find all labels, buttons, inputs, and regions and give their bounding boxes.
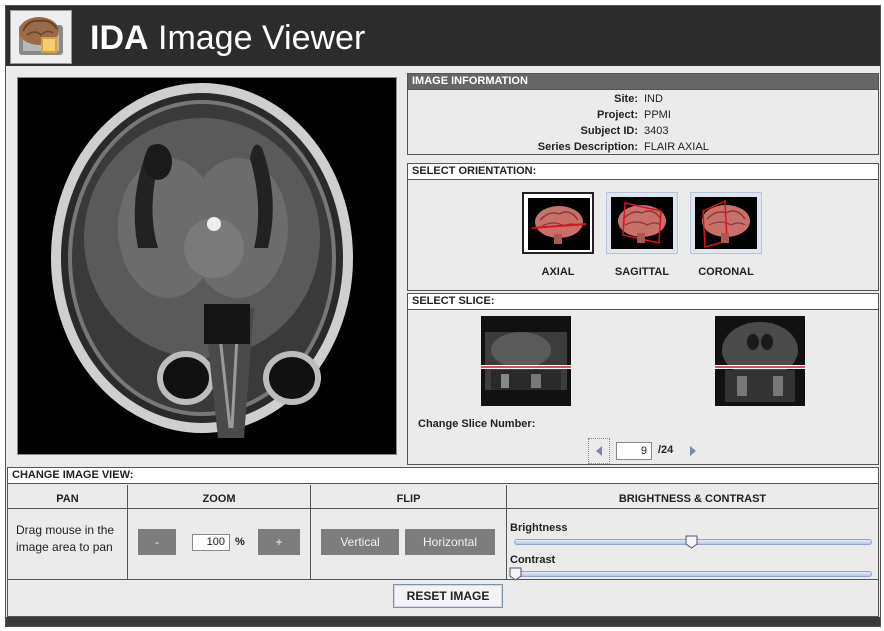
coronal-slice-thumbnail[interactable]	[715, 316, 805, 406]
change-slice-label: Change Slice Number:	[418, 418, 536, 430]
info-value-project: PPMI	[644, 109, 671, 121]
app-header: IDA Image Viewer	[6, 6, 880, 66]
coronal-label: CORONAL	[698, 266, 754, 278]
contrast-slider[interactable]	[514, 571, 872, 577]
axial-label: AXIAL	[541, 266, 575, 278]
image-information-panel: IMAGE INFORMATION Site: IND Project: PPM…	[407, 73, 879, 155]
chevron-right-icon	[690, 446, 696, 456]
image-viewer[interactable]	[17, 77, 397, 455]
sagittal-orientation-button[interactable]	[606, 192, 678, 254]
info-label-site: Site:	[614, 93, 638, 105]
select-slice-title: SELECT SLICE:	[408, 294, 878, 310]
flip-vertical-button[interactable]: Vertical	[321, 529, 399, 555]
controls-bottom-divider	[8, 579, 878, 580]
info-label-series-description: Series Description:	[537, 141, 638, 153]
flip-horizontal-button[interactable]: Horizontal	[405, 529, 495, 555]
zoom-unit: %	[235, 536, 245, 548]
flip-header: FLIP	[396, 493, 421, 505]
brain-logo-icon	[10, 10, 72, 64]
info-value-site: IND	[644, 93, 663, 105]
sagittal-brain-icon	[611, 197, 673, 249]
image-information-title: IMAGE INFORMATION	[408, 74, 878, 90]
select-orientation-panel: SELECT ORIENTATION: AXIAL SAGITTAL CORON…	[407, 163, 879, 291]
header-row-divider	[8, 508, 878, 509]
change-image-view-title: CHANGE IMAGE VIEW:	[8, 468, 878, 484]
pan-instructions: Drag mouse in the image area to pan	[16, 522, 114, 556]
brightness-slider-thumb[interactable]	[685, 535, 698, 549]
contrast-label: Contrast	[510, 554, 556, 566]
slice-number-input[interactable]: 9	[616, 442, 652, 460]
chevron-left-icon	[596, 446, 602, 456]
zoom-input[interactable]: 100	[192, 534, 230, 551]
sagittal-label: SAGITTAL	[614, 266, 670, 278]
app-title-rest: Image Viewer	[148, 19, 366, 57]
axial-orientation-button[interactable]	[522, 192, 594, 254]
slice-next-button[interactable]	[684, 440, 702, 462]
zoom-header: ZOOM	[202, 493, 236, 505]
app-title: IDA Image Viewer	[90, 18, 365, 58]
info-value-series-description: FLAIR AXIAL	[644, 141, 709, 153]
footer-bar	[6, 617, 880, 626]
info-value-subject-id: 3403	[644, 125, 669, 137]
info-label-project: Project:	[597, 109, 638, 121]
app-window: IDA Image Viewer IMAGE INFORMATION Site:…	[5, 5, 881, 627]
reset-image-button[interactable]: RESET IMAGE	[393, 584, 503, 608]
zoom-in-button[interactable]: +	[258, 529, 300, 555]
coronal-orientation-button[interactable]	[690, 192, 762, 254]
brightness-contrast-header: BRIGHTNESS & CONTRAST	[618, 493, 767, 505]
pan-header: PAN	[56, 493, 79, 505]
select-orientation-title: SELECT ORIENTATION:	[408, 164, 878, 180]
contrast-slider-thumb[interactable]	[509, 567, 522, 581]
sagittal-slice-thumbnail[interactable]	[481, 316, 571, 406]
slice-total: /24	[658, 444, 674, 456]
brightness-label: Brightness	[510, 522, 568, 534]
axial-brain-icon	[528, 198, 590, 250]
zoom-out-button[interactable]: -	[138, 529, 176, 555]
mri-axial-scan-image[interactable]	[18, 78, 396, 454]
app-title-bold: IDA	[90, 19, 149, 57]
select-slice-panel: SELECT SLICE: Change Slice Number: 9 /24	[407, 293, 879, 465]
slice-prev-button[interactable]	[588, 438, 610, 464]
coronal-brain-icon	[695, 197, 757, 249]
pan-instructions-line2: image area to pan	[16, 540, 113, 554]
info-label-subject-id: Subject ID:	[580, 125, 638, 137]
pan-instructions-line1: Drag mouse in the	[16, 523, 115, 537]
